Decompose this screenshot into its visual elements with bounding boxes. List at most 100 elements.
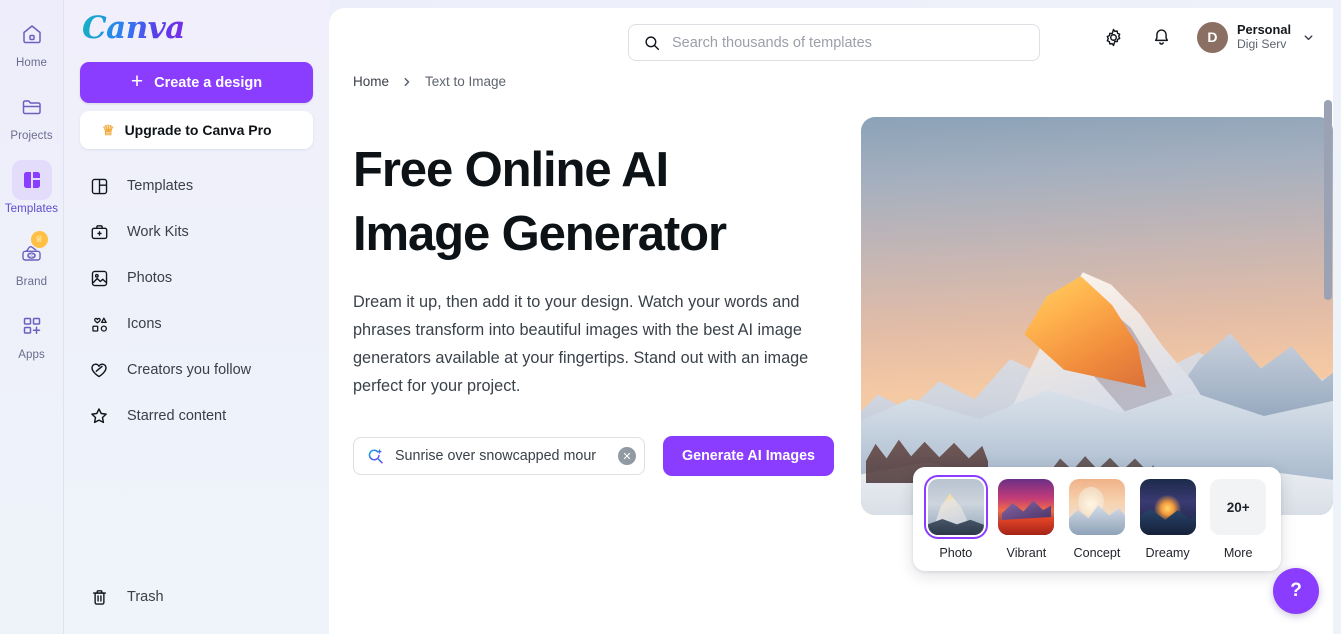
style-label-photo: Photo [939,546,973,560]
photo-icon [88,267,110,289]
brand-icon: CO ♕ [12,231,52,273]
style-option-photo[interactable]: Photo [923,475,988,560]
topbar: Search thousands of templates D Personal… [329,8,1333,70]
settings-button[interactable] [1097,20,1131,54]
search-icon [643,34,661,52]
plus-icon: + [130,70,144,93]
crown-badge: ♕ [30,231,48,248]
avatar: D [1196,21,1228,53]
search-placeholder: Search thousands of templates [672,34,872,51]
style-thumb-vibrant [998,479,1055,535]
star-icon [88,405,110,427]
sidebar-label-templates: Templates [127,178,194,194]
rail-item-brand[interactable]: CO ♕ Brand [0,231,64,288]
magic-search-icon [366,447,385,466]
style-label-concept: Concept [1073,546,1121,560]
sidebar-item-templates[interactable]: Templates [80,163,313,209]
rail-item-apps[interactable]: Apps [0,306,64,361]
account-text: Personal Digi Serv [1237,22,1291,51]
briefcase-icon [88,221,110,243]
hero-section: Free Online AI Image Generator Dream it … [329,117,1333,571]
style-option-vibrant[interactable]: Vibrant [998,479,1056,560]
style-thumb-photo [923,475,988,539]
prompt-row: Sunrise over snowcapped mour ✕ Generate … [353,436,851,477]
prompt-input[interactable]: Sunrise over snowcapped mour ✕ [353,437,645,476]
rail-label-templates: Templates [4,203,59,215]
trash-icon [88,586,110,608]
sidebar-label-icons: Icons [127,316,162,332]
sidebar-label-work-kits: Work Kits [127,224,189,240]
breadcrumb-current: Text to Image [425,74,507,89]
sidebar-label-trash: Trash [127,589,164,605]
create-a-design-label: Create a design [154,74,263,91]
canva-logo-text: Canva [82,10,185,46]
sidebar-label-starred-content: Starred content [127,408,227,424]
home-icon [12,14,52,54]
style-picker-card: Photo Vibrant Concept Dreamy 20+ More [913,467,1281,571]
templates-icon [11,160,52,200]
sidebar: Canva + Create a design ♕ Upgrade to Can… [64,0,329,634]
canva-app-window: Home Projects Templates CO ♕ Brand Apps … [0,0,1341,634]
rail-label-brand: Brand [15,276,48,288]
svg-text:CO: CO [28,253,35,258]
rail-item-templates[interactable]: Templates [0,160,64,215]
chevron-down-icon [1302,31,1315,44]
page-title-line1: Free Online AI [353,143,669,197]
vertical-scrollbar[interactable] [1324,100,1332,300]
notifications-button[interactable] [1145,20,1179,54]
breadcrumb-home[interactable]: Home [353,74,389,89]
chevron-right-icon [401,76,413,88]
hero-description: Dream it up, then add it to your design.… [353,293,809,396]
page-title: Free Online AI Image Generator [353,139,851,266]
rail-item-projects[interactable]: Projects [0,87,64,142]
account-name: Personal [1236,22,1291,38]
generate-ai-images-button[interactable]: Generate AI Images [663,436,834,477]
hero-left-column: Free Online AI Image Generator Dream it … [353,117,851,515]
search-input[interactable]: Search thousands of templates [628,24,1040,61]
rail-item-home[interactable]: Home [0,14,64,69]
folder-icon [12,87,52,127]
sidebar-item-icons[interactable]: Icons [80,301,313,347]
apps-icon [12,306,52,346]
style-option-more[interactable]: 20+ More [1209,479,1267,560]
more-styles-count: 20+ [1210,479,1267,535]
page-title-line2: Image Generator [353,206,727,261]
style-thumb-concept [1068,479,1125,535]
style-option-concept[interactable]: Concept [1068,479,1126,560]
sidebar-item-trash[interactable]: Trash [80,574,313,620]
canva-logo[interactable]: Canva [80,0,313,56]
account-menu[interactable]: D Personal Digi Serv [1193,21,1315,53]
sidebar-nav: Templates Work Kits Photos Icons Creator… [80,163,313,439]
create-a-design-button[interactable]: + Create a design [80,62,313,103]
sidebar-label-creators-you-follow: Creators you follow [127,362,252,378]
rail-label-projects: Projects [10,130,53,142]
upgrade-to-canva-pro-button[interactable]: ♕ Upgrade to Canva Pro [80,111,313,149]
style-label-more: More [1223,546,1253,560]
rail-label-home: Home [15,57,48,69]
hero-mountain-image [861,117,1333,515]
style-label-vibrant: Vibrant [1006,546,1047,560]
prompt-value: Sunrise over snowcapped mour [395,448,597,465]
heart-icon [88,359,110,381]
topbar-right-cluster: D Personal Digi Serv [1097,20,1315,54]
hero-right-column: Photo Vibrant Concept Dreamy 20+ More [861,117,1333,571]
sidebar-item-starred-content[interactable]: Starred content [80,393,313,439]
bell-icon [1151,27,1172,48]
style-thumb-dreamy [1139,479,1196,535]
shapes-icon [88,313,110,335]
left-rail: Home Projects Templates CO ♕ Brand Apps [0,0,64,634]
sidebar-item-creators-you-follow[interactable]: Creators you follow [80,347,313,393]
generate-label: Generate AI Images [682,448,815,465]
gear-icon [1103,27,1124,48]
rail-label-apps: Apps [18,349,45,361]
upgrade-label: Upgrade to Canva Pro [124,122,272,138]
sidebar-item-work-kits[interactable]: Work Kits [80,209,313,255]
breadcrumb: Home Text to Image [329,74,1333,89]
clear-prompt-button[interactable]: ✕ [618,447,636,466]
style-option-dreamy[interactable]: Dreamy [1139,479,1197,560]
sidebar-item-photos[interactable]: Photos [80,255,313,301]
templates-layout-icon [88,175,110,197]
help-button[interactable]: ? [1273,568,1319,614]
account-subtitle: Digi Serv [1236,37,1287,52]
